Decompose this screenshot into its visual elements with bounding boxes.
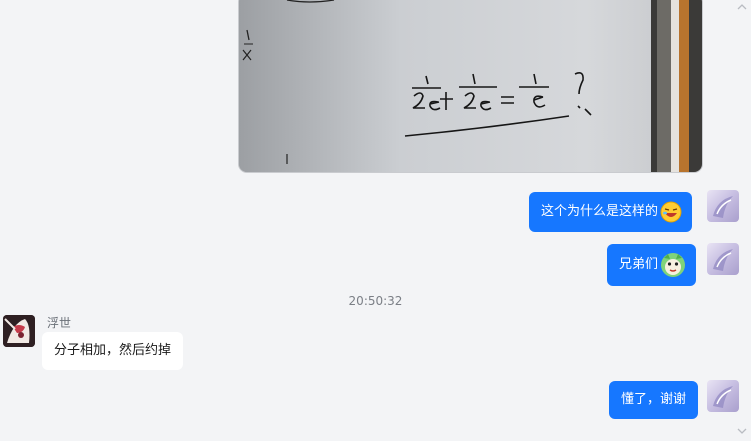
message-text: 兄弟们 xyxy=(619,257,659,272)
chevron-down-icon[interactable] xyxy=(737,426,747,436)
sender-name: 浮世 xyxy=(47,316,72,330)
message-timestamp: 20:50:32 xyxy=(348,294,403,308)
message-text: 分子相加，然后约掉 xyxy=(54,343,172,358)
chevron-up-icon[interactable] xyxy=(737,2,747,12)
green-dragon-emoji-icon xyxy=(660,252,686,278)
message-bubble[interactable]: 这个为什么是这样的 xyxy=(529,192,693,232)
avatar[interactable] xyxy=(3,315,35,347)
message-bubble[interactable]: 懂了，谢谢 xyxy=(609,381,699,419)
avatar[interactable] xyxy=(707,190,739,222)
avatar[interactable] xyxy=(707,243,739,275)
laughing-emoji-icon xyxy=(660,201,682,223)
avatar[interactable] xyxy=(707,380,739,412)
message-bubble[interactable]: 分子相加，然后约掉 xyxy=(42,332,184,370)
message-text: 这个为什么是这样的 xyxy=(541,204,659,219)
chat-window: 这个为什么是这样的 兄弟们 20:50:32 浮世 分子相加，然后约掉 懂了，谢… xyxy=(0,0,751,441)
message-text: 懂了，谢谢 xyxy=(621,392,687,407)
image-message[interactable] xyxy=(239,0,702,172)
message-bubble[interactable]: 兄弟们 xyxy=(607,244,697,286)
whiteboard-photo xyxy=(239,0,702,172)
